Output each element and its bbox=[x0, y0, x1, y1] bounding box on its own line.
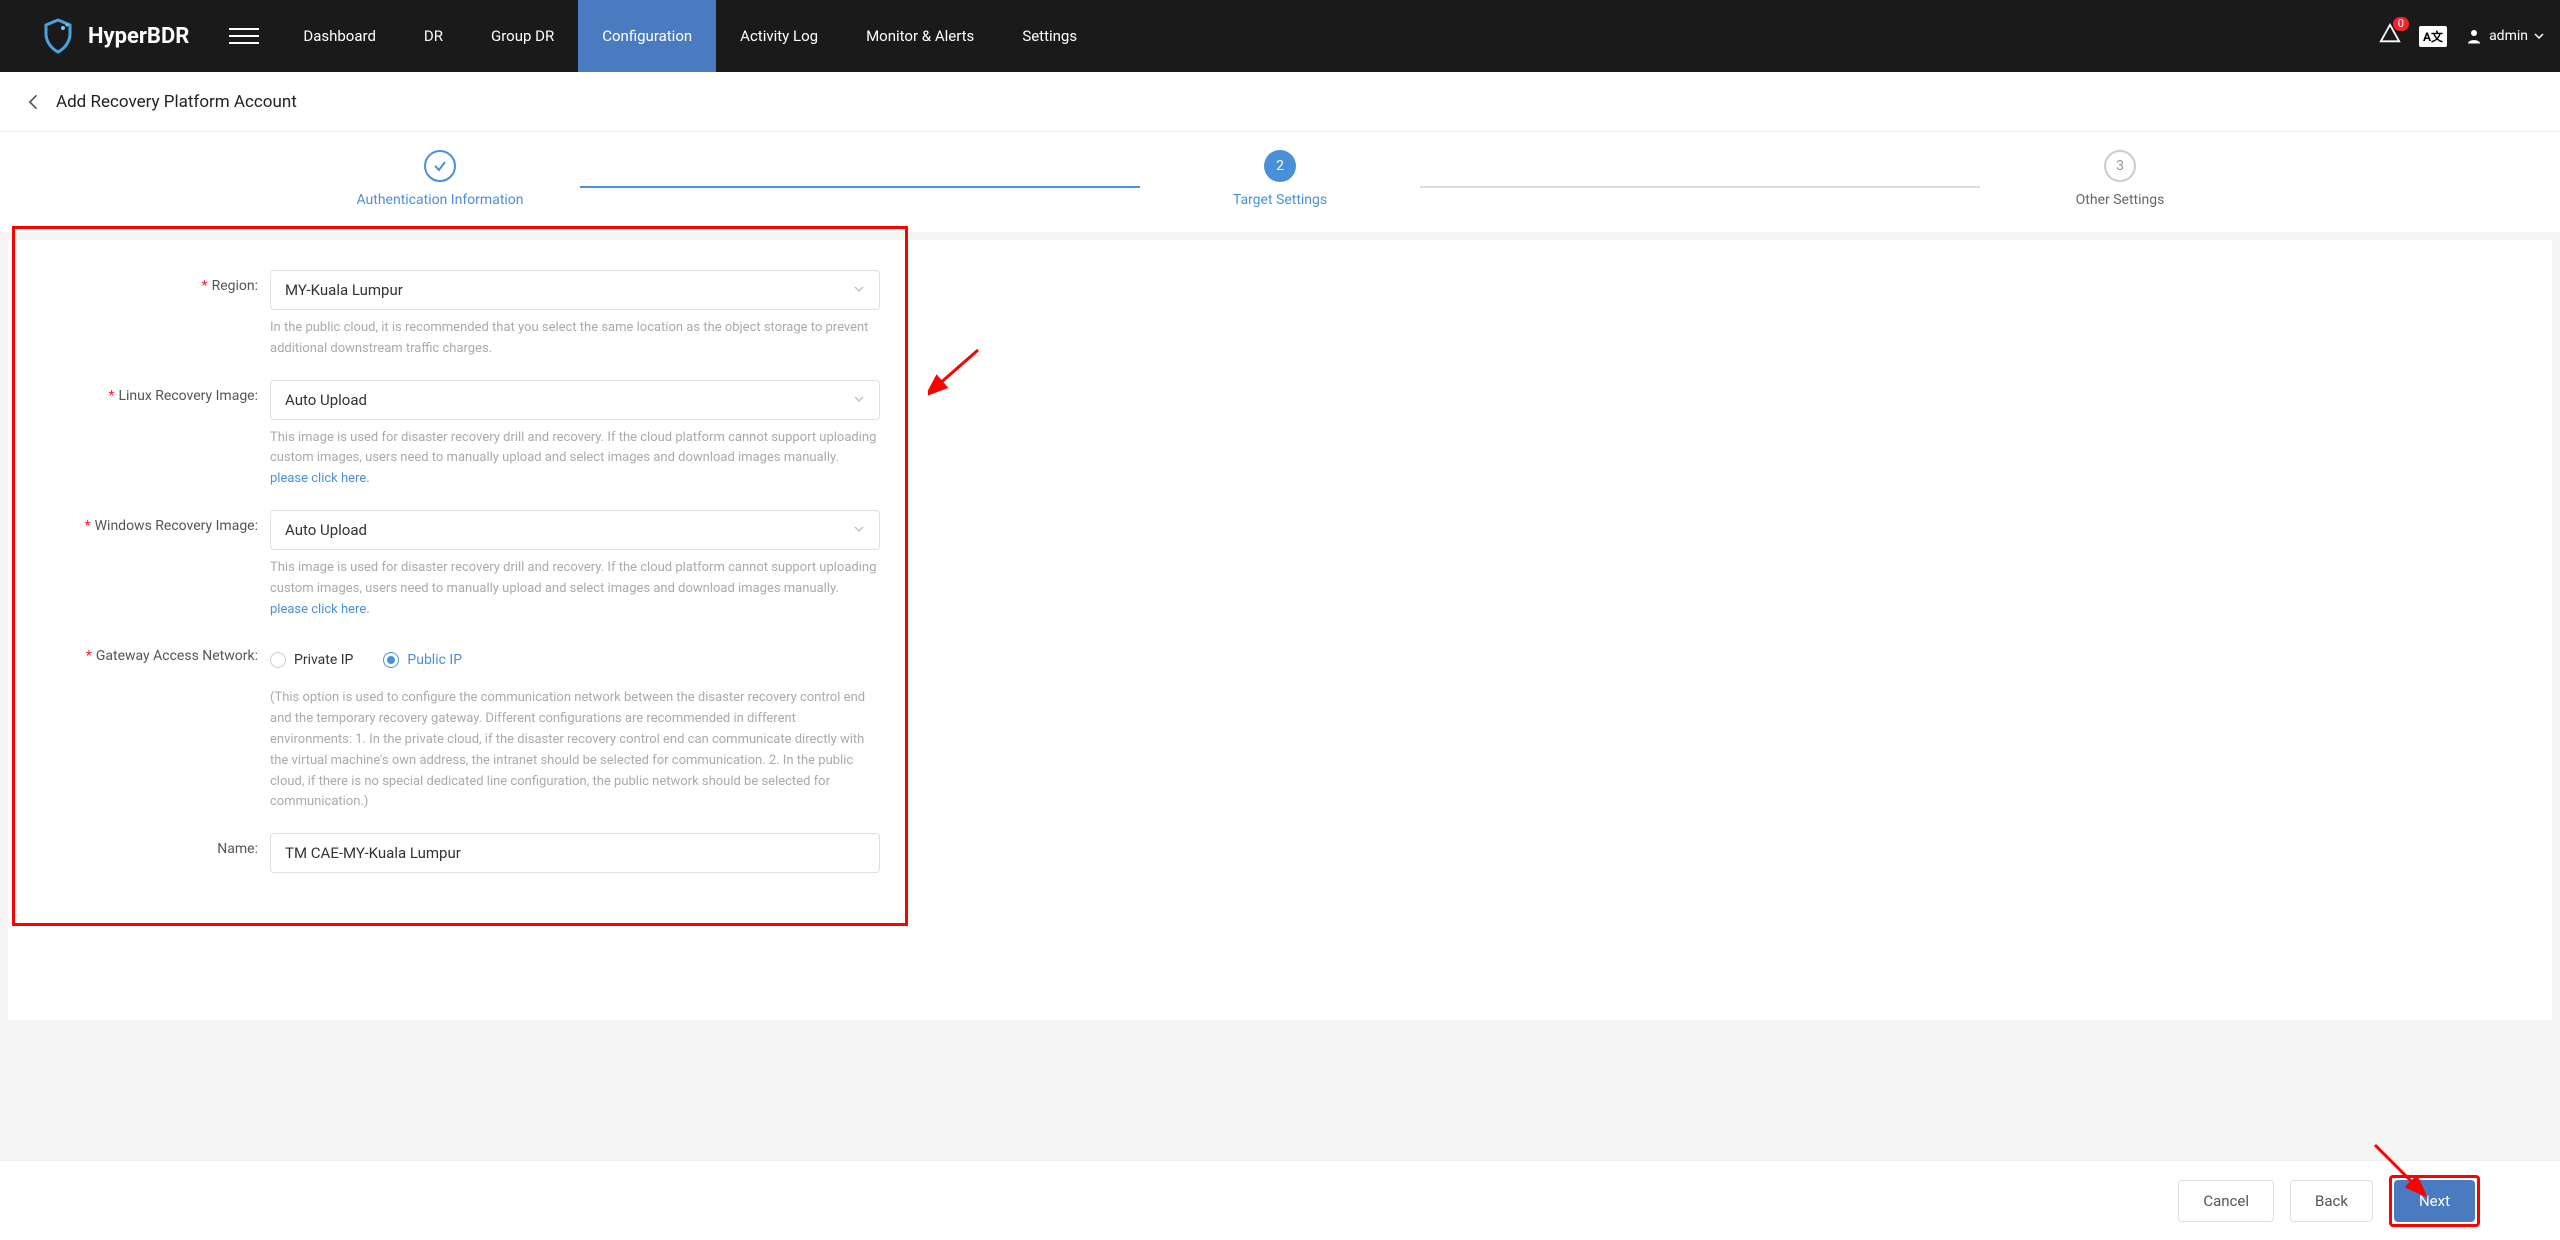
next-button[interactable]: Next bbox=[2394, 1180, 2475, 1222]
notifications-button[interactable]: 0 bbox=[2379, 23, 2401, 49]
region-select[interactable]: MY-Kuala Lumpur bbox=[270, 270, 880, 310]
radio-dot-icon bbox=[383, 652, 399, 668]
chevron-down-icon bbox=[2534, 31, 2544, 41]
name-value: TM CAE-MY-Kuala Lumpur bbox=[285, 844, 461, 862]
step-label-2: Target Settings bbox=[1233, 192, 1327, 208]
label-linux-image: *Linux Recovery Image: bbox=[18, 380, 270, 404]
step-check-icon bbox=[424, 150, 456, 182]
region-value: MY-Kuala Lumpur bbox=[285, 281, 403, 299]
row-name: Name: TM CAE-MY-Kuala Lumpur bbox=[18, 833, 888, 873]
label-name: Name: bbox=[18, 833, 270, 857]
nav-monitor-alerts[interactable]: Monitor & Alerts bbox=[842, 0, 998, 72]
brand-name: HyperBDR bbox=[88, 24, 189, 49]
nav-items: Dashboard DR Group DR Configuration Acti… bbox=[279, 0, 1101, 72]
gateway-radio-group: Private IP Public IP bbox=[270, 640, 888, 680]
subheader: Add Recovery Platform Account bbox=[0, 72, 2560, 132]
windows-image-value: Auto Upload bbox=[285, 521, 367, 539]
nav-activity-log[interactable]: Activity Log bbox=[716, 0, 842, 72]
nav-settings[interactable]: Settings bbox=[998, 0, 1101, 72]
step-num-2: 2 bbox=[1264, 150, 1296, 182]
hamburger-icon[interactable] bbox=[229, 21, 259, 51]
cancel-button[interactable]: Cancel bbox=[2178, 1180, 2274, 1222]
back-arrow-icon[interactable] bbox=[24, 92, 44, 112]
windows-image-hint: This image is used for disaster recovery… bbox=[270, 558, 880, 620]
linux-image-hint: This image is used for disaster recovery… bbox=[270, 428, 880, 490]
radio-dot-icon bbox=[270, 652, 286, 668]
logo-area[interactable]: HyperBDR bbox=[40, 18, 189, 54]
page-title: Add Recovery Platform Account bbox=[56, 92, 297, 112]
language-toggle[interactable]: A文 bbox=[2419, 26, 2447, 47]
radio-private-ip[interactable]: Private IP bbox=[270, 652, 353, 668]
step-num-3: 3 bbox=[2104, 150, 2136, 182]
step-line-1 bbox=[580, 186, 1140, 188]
row-windows-image: *Windows Recovery Image: Auto Upload Thi… bbox=[18, 510, 888, 620]
annotation-box-next: Next bbox=[2389, 1175, 2480, 1227]
step-label-1: Authentication Information bbox=[356, 192, 523, 208]
name-input[interactable]: TM CAE-MY-Kuala Lumpur bbox=[270, 833, 880, 873]
gateway-hint: (This option is used to configure the co… bbox=[270, 688, 880, 813]
top-navbar: HyperBDR Dashboard DR Group DR Configura… bbox=[0, 0, 2560, 72]
user-name: admin bbox=[2489, 28, 2528, 44]
notif-badge: 0 bbox=[2393, 17, 2409, 31]
nav-dashboard[interactable]: Dashboard bbox=[279, 0, 400, 72]
step-line-2 bbox=[1420, 186, 1980, 188]
back-button[interactable]: Back bbox=[2290, 1180, 2373, 1222]
label-windows-image: *Windows Recovery Image: bbox=[18, 510, 270, 534]
linux-image-value: Auto Upload bbox=[285, 391, 367, 409]
chevron-down-icon bbox=[853, 521, 865, 539]
nav-dr[interactable]: DR bbox=[400, 0, 467, 72]
windows-image-link[interactable]: please click here. bbox=[270, 602, 370, 617]
shield-logo-icon bbox=[40, 18, 76, 54]
step-auth-info: Authentication Information bbox=[300, 150, 580, 208]
nav-group-dr[interactable]: Group DR bbox=[467, 0, 578, 72]
step-target-settings: 2 Target Settings bbox=[1140, 150, 1420, 208]
user-menu[interactable]: admin bbox=[2465, 27, 2544, 45]
form-rows: *Region: MY-Kuala Lumpur In the public c… bbox=[8, 270, 888, 873]
nav-right: 0 A文 admin bbox=[2379, 23, 2544, 49]
row-gateway: *Gateway Access Network: Private IP Publ… bbox=[18, 640, 888, 813]
region-hint: In the public cloud, it is recommended t… bbox=[270, 318, 880, 360]
form-panel: *Region: MY-Kuala Lumpur In the public c… bbox=[8, 240, 2552, 1020]
user-icon bbox=[2465, 27, 2483, 45]
radio-public-ip[interactable]: Public IP bbox=[383, 652, 462, 668]
step-label-3: Other Settings bbox=[2076, 192, 2165, 208]
step-other-settings: 3 Other Settings bbox=[1980, 150, 2260, 208]
stepper-wrap: Authentication Information 2 Target Sett… bbox=[0, 132, 2560, 232]
row-region: *Region: MY-Kuala Lumpur In the public c… bbox=[18, 270, 888, 360]
label-region: *Region: bbox=[18, 270, 270, 294]
stepper: Authentication Information 2 Target Sett… bbox=[0, 150, 2560, 208]
linux-image-link[interactable]: please click here. bbox=[270, 471, 370, 486]
row-linux-image: *Linux Recovery Image: Auto Upload This … bbox=[18, 380, 888, 490]
annotation-arrow-icon bbox=[928, 340, 988, 400]
nav-configuration[interactable]: Configuration bbox=[578, 0, 716, 72]
chevron-down-icon bbox=[853, 281, 865, 299]
footer-actions: Cancel Back Next bbox=[0, 1160, 2560, 1240]
windows-image-select[interactable]: Auto Upload bbox=[270, 510, 880, 550]
content-area: *Region: MY-Kuala Lumpur In the public c… bbox=[0, 232, 2560, 1028]
label-gateway: *Gateway Access Network: bbox=[18, 640, 270, 664]
chevron-down-icon bbox=[853, 391, 865, 409]
linux-image-select[interactable]: Auto Upload bbox=[270, 380, 880, 420]
